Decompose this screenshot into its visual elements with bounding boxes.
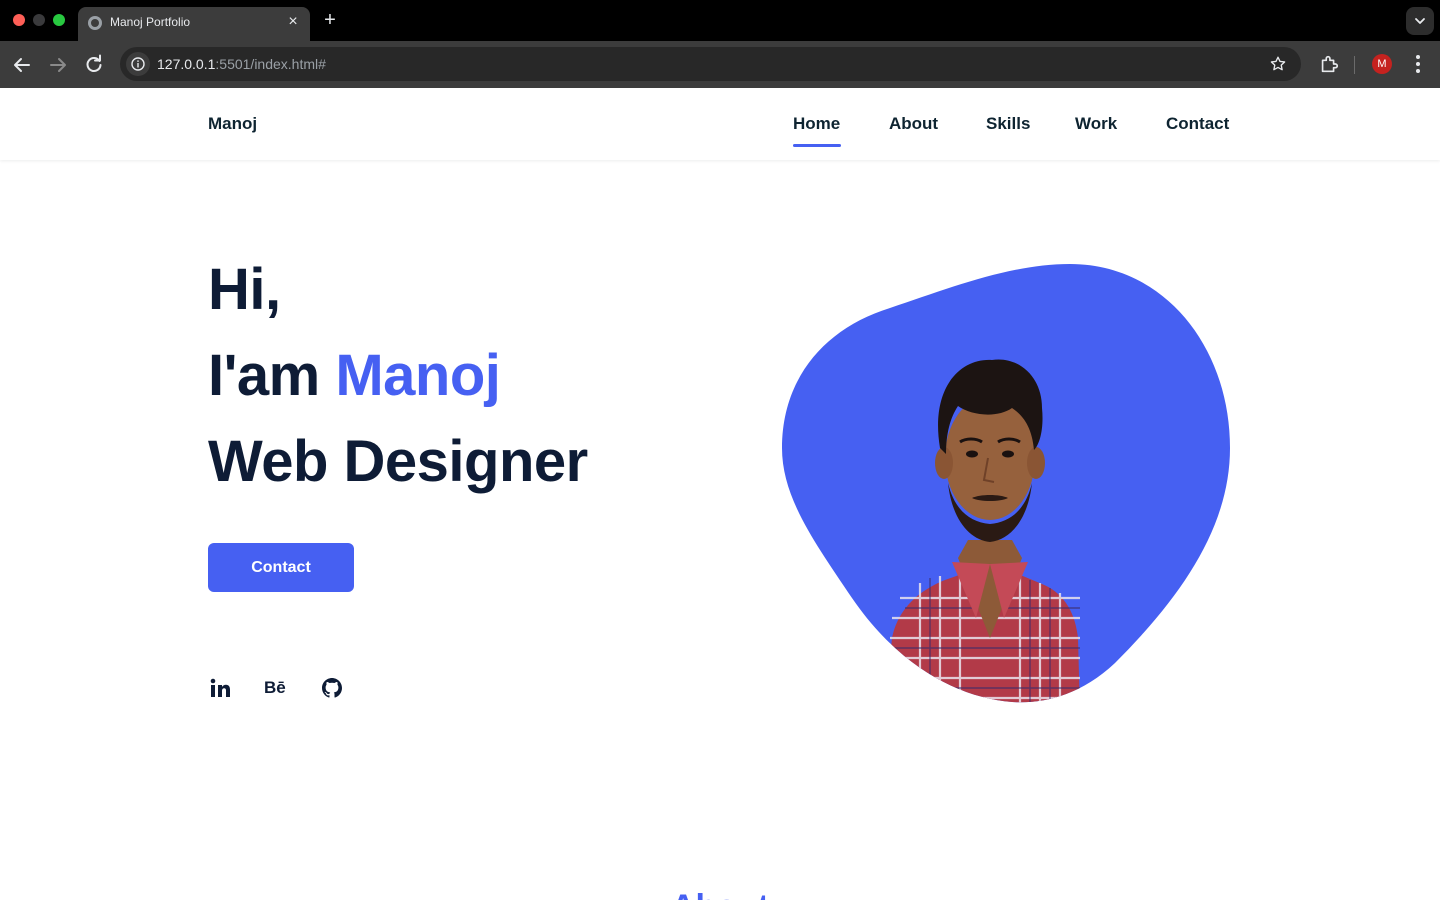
nav-link-home[interactable]: Home: [793, 114, 840, 134]
browser-tab-active[interactable]: Manoj Portfolio ×: [78, 7, 310, 41]
arrow-left-icon: [14, 58, 30, 72]
browser-toolbar: 127.0.0.1:5501/index.html# M: [0, 41, 1440, 88]
tab-search-button[interactable]: [1406, 7, 1434, 35]
browser-tab-strip: Manoj Portfolio × +: [0, 0, 1440, 41]
extensions-puzzle-icon[interactable]: [1318, 53, 1340, 80]
site-logo[interactable]: Manoj: [208, 114, 257, 134]
address-bar[interactable]: 127.0.0.1:5501/index.html#: [120, 47, 1301, 81]
url-text[interactable]: 127.0.0.1:5501/index.html#: [157, 56, 326, 72]
hero-intro: I'am Manoj: [208, 342, 501, 409]
nav-link-work[interactable]: Work: [1075, 114, 1117, 134]
chevron-down-icon: [1415, 18, 1425, 24]
nav-link-contact[interactable]: Contact: [1166, 114, 1229, 134]
reload-icon: [86, 54, 102, 72]
arrow-right-icon: [50, 58, 66, 72]
info-icon: [131, 57, 145, 71]
page-viewport: Manoj Home About Skills Work Contact Hi,…: [0, 88, 1440, 900]
more-options-icon[interactable]: [1410, 53, 1426, 80]
globe-icon: [88, 16, 102, 30]
close-window-button[interactable]: [13, 14, 25, 26]
site-info-button[interactable]: [126, 52, 150, 76]
tab-title: Manoj Portfolio: [110, 15, 191, 29]
forward-button[interactable]: [46, 53, 70, 77]
url-host: 127.0.0.1: [157, 56, 216, 72]
profile-avatar[interactable]: M: [1372, 54, 1392, 74]
hero-role: Web Designer: [208, 429, 588, 494]
github-icon[interactable]: [320, 676, 344, 700]
hero-profile-image: [782, 264, 1230, 703]
url-path: :5501/index.html#: [215, 56, 326, 72]
toolbar-divider: [1354, 56, 1355, 74]
site-header: Manoj Home About Skills Work Contact: [0, 88, 1440, 160]
back-button[interactable]: [10, 53, 34, 77]
behance-icon[interactable]: Bē: [264, 676, 288, 700]
about-section-heading: About: [0, 888, 1440, 900]
nav-link-skills[interactable]: Skills: [986, 114, 1030, 134]
active-nav-indicator: [793, 144, 841, 147]
behance-label: Bē: [264, 678, 286, 697]
hero-greeting: Hi,: [208, 257, 281, 322]
hero-intro-prefix: I'am: [208, 343, 336, 408]
reload-button[interactable]: [82, 53, 106, 77]
new-tab-button[interactable]: +: [319, 9, 341, 31]
maximize-window-button[interactable]: [53, 14, 65, 26]
hero-contact-button[interactable]: Contact: [208, 543, 354, 592]
nav-link-about[interactable]: About: [889, 114, 938, 134]
minimize-window-button[interactable]: [33, 14, 45, 26]
linkedin-icon[interactable]: [208, 676, 232, 700]
tab-close-icon[interactable]: ×: [284, 13, 302, 31]
bookmark-star-icon[interactable]: [1269, 55, 1287, 78]
hero-name: Manoj: [335, 343, 501, 408]
